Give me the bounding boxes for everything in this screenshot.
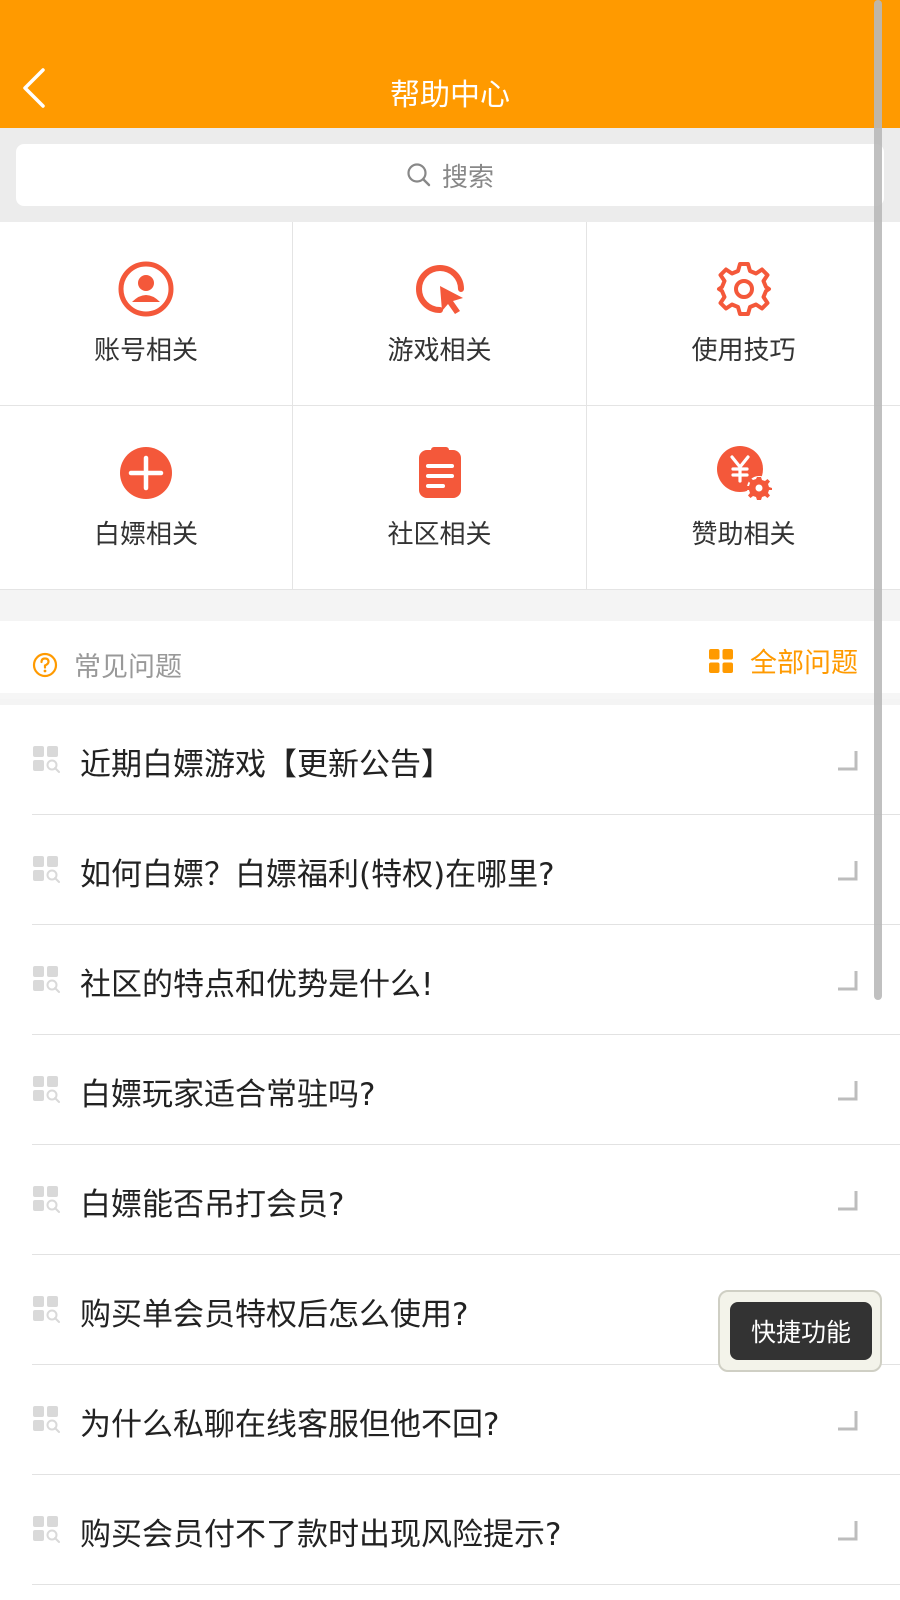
category-grid: 账号相关 游戏相关 使用技巧 白嫖相关 社区相关 赞助相关: [0, 222, 900, 590]
page-title: 帮助中心: [390, 78, 510, 113]
faq-title: 常见问题: [74, 652, 182, 683]
faq-item[interactable]: 白嫖玩家适合常驻吗?: [0, 1035, 900, 1145]
plus-circle-icon: [120, 447, 172, 499]
category-community[interactable]: 社区相关: [293, 406, 587, 590]
faq-item-text: 为什么私聊在线客服但他不回?: [80, 1407, 500, 1443]
faq-item[interactable]: 近期白嫖游戏【更新公告】: [0, 705, 900, 815]
document-grid-icon: [33, 856, 60, 883]
faq-item-text: 白嫖能否吊打会员?: [80, 1187, 345, 1223]
corner-arrow-icon: [838, 751, 858, 771]
document-grid-icon: [33, 1186, 60, 1213]
faq-header: 常见问题 全部问题: [0, 621, 900, 699]
faq-item[interactable]: 白嫖能否吊打会员?: [0, 1145, 900, 1255]
category-free[interactable]: 白嫖相关: [0, 406, 293, 590]
quick-function-button[interactable]: 快捷功能: [730, 1302, 872, 1360]
corner-arrow-icon: [838, 1191, 858, 1211]
faq-item-text: 白嫖玩家适合常驻吗?: [80, 1077, 376, 1113]
faq-item-text: 购买单会员特权后怎么使用?: [80, 1297, 469, 1333]
document-grid-icon: [33, 966, 60, 993]
scrollbar[interactable]: [874, 0, 882, 1000]
quick-function-panel: 快捷功能: [718, 1290, 882, 1372]
category-label: 账号相关: [93, 336, 198, 366]
corner-arrow-icon: [838, 861, 858, 881]
divider: [32, 1584, 900, 1585]
user-circle-icon: [118, 261, 174, 317]
clipboard-icon: [418, 447, 461, 498]
cursor-click-icon: [415, 265, 464, 314]
faq-item-text: 近期白嫖游戏【更新公告】: [80, 747, 452, 783]
search-input[interactable]: 搜索: [16, 144, 884, 206]
category-label: 使用技巧: [691, 336, 796, 366]
corner-arrow-icon: [838, 1411, 858, 1431]
category-label: 白嫖相关: [93, 520, 198, 550]
faq-item[interactable]: 社区的特点和优势是什么!: [0, 925, 900, 1035]
category-sponsor[interactable]: 赞助相关: [587, 406, 900, 590]
yuan-gear-icon: [716, 446, 772, 500]
faq-title-group: 常见问题: [32, 645, 182, 684]
corner-arrow-icon: [838, 1521, 858, 1541]
category-tips[interactable]: 使用技巧: [587, 222, 900, 406]
category-account[interactable]: 账号相关: [0, 222, 293, 406]
category-label: 社区相关: [387, 520, 492, 550]
document-grid-icon: [33, 746, 60, 773]
category-game[interactable]: 游戏相关: [293, 222, 587, 406]
document-grid-icon: [33, 1406, 60, 1433]
faq-item-text: 购买会员付不了款时出现风险提示?: [80, 1517, 562, 1553]
faq-item[interactable]: 为什么私聊在线客服但他不回?: [0, 1365, 900, 1475]
faq-list: 近期白嫖游戏【更新公告】如何白嫖？白嫖福利(特权)在哪里? 社区的特点和优势是什么…: [0, 705, 900, 1600]
faq-item[interactable]: 购买会员付不了款时出现风险提示?: [0, 1475, 900, 1585]
faq-item[interactable]: 如何白嫖？白嫖福利(特权)在哪里?: [0, 815, 900, 925]
app-header: 帮助中心: [0, 0, 900, 128]
gear-icon: [716, 262, 771, 316]
category-label: 游戏相关: [387, 336, 492, 366]
faq-item-text: 如何白嫖？白嫖福利(特权)在哪里?: [80, 857, 555, 893]
faq-item-text: 社区的特点和优势是什么!: [80, 967, 434, 1003]
all-questions-button[interactable]: 全部问题: [708, 641, 858, 680]
grid-icon: [709, 648, 733, 673]
document-grid-icon: [33, 1516, 60, 1543]
corner-arrow-icon: [838, 1081, 858, 1101]
document-grid-icon: [33, 1076, 60, 1103]
all-questions-label: 全部问题: [750, 648, 858, 679]
help-circle-icon: [32, 652, 58, 677]
document-grid-icon: [33, 1296, 60, 1323]
search-placeholder: 搜索: [441, 162, 494, 193]
corner-arrow-icon: [838, 971, 858, 991]
search-icon: [407, 163, 431, 187]
category-label: 赞助相关: [691, 520, 796, 550]
search-area: 搜索: [0, 128, 900, 222]
